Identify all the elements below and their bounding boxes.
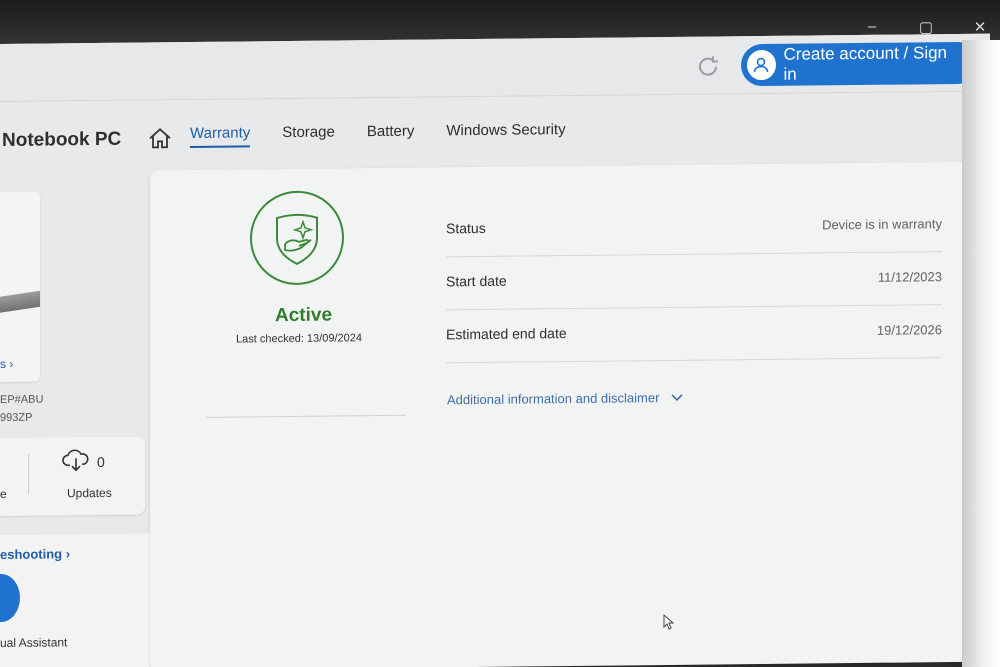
warranty-status-word: Active <box>275 304 333 327</box>
updates-label: Updates <box>67 485 112 501</box>
app-header: Create account / Sign in ⌄ <box>0 33 990 102</box>
home-icon[interactable] <box>147 125 173 151</box>
last-checked-text: Last checked: 13/09/2024 <box>236 332 362 346</box>
device-card <box>0 191 40 383</box>
sign-in-button[interactable]: Create account / Sign in ⌄ <box>741 41 979 87</box>
warranty-row-end-date: Estimated end date 19/12/2026 <box>446 305 942 364</box>
card-label-fragment: e <box>0 486 7 501</box>
warranty-row-start-date: Start date 11/12/2023 <box>446 252 942 311</box>
row-label: Start date <box>446 272 507 290</box>
serial-number: 993ZP <box>0 411 33 424</box>
monitor-bezel-right <box>962 40 1000 667</box>
tab-warranty[interactable]: Warranty <box>190 124 251 149</box>
app-window: Create account / Sign in ⌄ Notebook PC W… <box>0 33 990 667</box>
mouse-cursor-icon <box>663 613 675 630</box>
chevron-down-icon <box>671 393 684 401</box>
tab-windows-security[interactable]: Windows Security <box>446 121 565 145</box>
tab-bar: Warranty Storage Battery Windows Securit… <box>190 121 566 149</box>
refresh-icon[interactable] <box>694 52 722 80</box>
device-details-link[interactable]: s › <box>0 357 13 371</box>
sign-in-label: Create account / Sign in <box>783 43 948 84</box>
row-value: 19/12/2026 <box>876 322 942 338</box>
divider <box>28 453 29 494</box>
tab-storage[interactable]: Storage <box>282 123 335 147</box>
updates-count: 0 <box>97 453 105 470</box>
user-icon <box>747 49 776 81</box>
cloud-download-icon <box>62 449 89 472</box>
troubleshooting-link[interactable]: eshooting › <box>0 546 70 562</box>
tab-battery[interactable]: Battery <box>367 123 415 146</box>
product-number: EP#ABU <box>0 393 44 406</box>
row-value: Device is in warranty <box>822 216 942 233</box>
minimize-button[interactable]: – <box>862 18 882 36</box>
row-value: 11/12/2023 <box>877 269 942 285</box>
virtual-assistant-label: ual Assistant <box>0 635 68 650</box>
row-label: Estimated end date <box>446 325 567 343</box>
warranty-row-status: Status Device is in warranty <box>446 199 942 258</box>
disclaimer-toggle[interactable]: Additional information and disclaimer <box>447 390 684 408</box>
disclaimer-label: Additional information and disclaimer <box>447 390 660 408</box>
row-label: Status <box>446 219 486 237</box>
device-title: Notebook PC <box>2 128 122 151</box>
